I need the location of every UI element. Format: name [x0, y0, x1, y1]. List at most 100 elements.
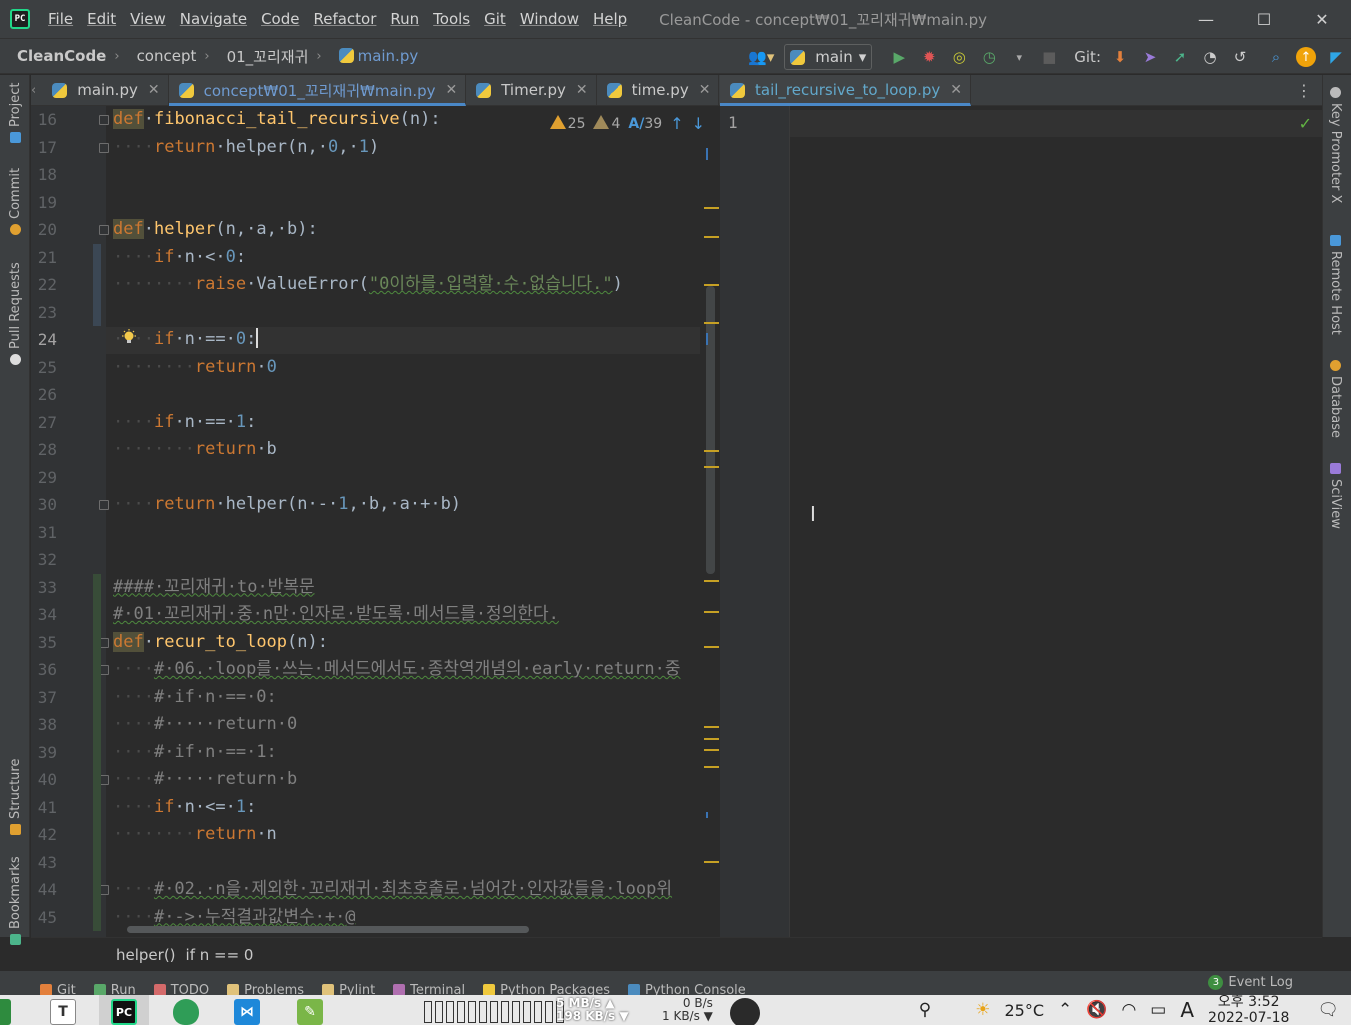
warning-marker[interactable] — [704, 284, 719, 286]
menu-code[interactable]: Code — [255, 10, 307, 28]
warning-marker[interactable] — [704, 466, 719, 468]
warning-marker[interactable] — [704, 322, 719, 324]
breadcrumb-scope[interactable]: helper() — [116, 946, 176, 964]
breadcrumb-file[interactable]: main.py — [322, 47, 418, 65]
warning-marker[interactable] — [704, 450, 719, 452]
warning-marker[interactable] — [704, 726, 719, 728]
stop-icon[interactable]: ■ — [1034, 43, 1064, 71]
menu-refactor[interactable]: Refactor — [307, 10, 384, 28]
close-tab-icon[interactable]: ✕ — [446, 82, 458, 98]
warning-marker[interactable] — [704, 749, 719, 751]
taskbar-app-notepad[interactable]: ✎ — [285, 995, 335, 1025]
weak-warnings-count[interactable]: 4 — [593, 115, 620, 132]
code-line[interactable]: ····#·if·n·==·0: — [113, 684, 277, 711]
menu-help[interactable]: Help — [587, 10, 635, 28]
taskbar-app-text-editor[interactable]: T — [38, 995, 88, 1025]
breadcrumb-folder-tail-recursion[interactable]: 01_꼬리재귀 — [210, 46, 309, 67]
warning-marker[interactable] — [704, 646, 719, 648]
close-tab-icon[interactable]: ✕ — [576, 82, 588, 98]
tool-tab-sciview[interactable]: SciView — [1328, 463, 1343, 529]
code-line[interactable]: def·fibonacci_tail_recursive(n): — [113, 106, 441, 133]
input-method-indicator[interactable]: A — [1180, 998, 1194, 1022]
menu-view[interactable]: View — [124, 10, 174, 28]
debug-icon[interactable]: ✹ — [914, 43, 944, 71]
editor-error-stripe[interactable] — [704, 106, 719, 937]
code-editor-left[interactable]: 16 17 18 19 20 21 22 23 24 25 26 27 28 29 30 31 32 33 34 35… — [31, 106, 719, 937]
tool-tab-remote-host[interactable]: Remote Host — [1328, 235, 1343, 335]
code-line[interactable]: ····if·n·<=·1: — [113, 794, 256, 821]
notification-center-icon[interactable]: 🗨 — [1317, 1000, 1339, 1020]
code-line[interactable]: ····return·helper(n·-·1,·b,·a·+·b) — [113, 491, 461, 518]
fold-marker-icon[interactable] — [99, 115, 109, 125]
editor-tab[interactable]: concept₩01_꼬리재귀₩main.py ✕ — [168, 74, 467, 106]
run-with-coverage-icon[interactable]: ◎ — [944, 43, 974, 71]
warning-marker[interactable] — [704, 580, 719, 582]
editor-tab[interactable]: tail_recursive_to_loop.py ✕ — [720, 74, 971, 106]
vcs-change-marker[interactable] — [93, 573, 101, 931]
search-icon[interactable]: ⌕ — [1261, 43, 1291, 71]
taskbar-app-sourcetree[interactable] — [161, 995, 211, 1025]
code-line[interactable]: ····#·02.·n을·제외한·꼬리재귀·최초호출로·넘어간·인자값들을·lo… — [113, 876, 672, 903]
code-line[interactable]: ········return·b — [113, 436, 277, 463]
update-available-icon[interactable]: ↑ — [1291, 43, 1321, 71]
git-commit-icon[interactable]: ➚ — [1165, 43, 1195, 71]
code-line[interactable]: ········return·0 — [113, 354, 277, 381]
git-update-icon[interactable]: ⬇ — [1105, 43, 1135, 71]
minimize-button[interactable]: — — [1177, 0, 1235, 38]
breadcrumb-project[interactable]: CleanCode — [0, 47, 106, 65]
scroll-tabs-left-icon[interactable]: ‹ — [31, 83, 42, 98]
lightbulb-icon[interactable] — [121, 329, 137, 345]
warning-marker[interactable] — [704, 766, 719, 768]
fold-marker-icon[interactable] — [99, 500, 109, 510]
tool-tab-database[interactable]: Database — [1328, 360, 1343, 438]
editor-tab[interactable]: Timer.py ✕ — [466, 74, 597, 106]
code-with-me-icon[interactable]: ◤ — [1321, 43, 1351, 71]
no-problems-check-icon[interactable]: ✓ — [1299, 114, 1312, 133]
warning-marker[interactable] — [704, 236, 719, 238]
code-line[interactable]: ····#·····return·b — [113, 766, 297, 793]
weather-icon[interactable]: ☀ — [975, 1000, 990, 1020]
taskbar-app-green[interactable] — [0, 995, 18, 1025]
tool-window-terminal[interactable]: Terminal — [387, 981, 477, 995]
tool-window-git[interactable]: Git — [0, 981, 88, 995]
code-line[interactable]: ····if·n·==·1: — [113, 409, 256, 436]
clock[interactable]: 오후 3:52 2022-07-18 — [1208, 995, 1289, 1025]
tool-window-pylint[interactable]: Pylint — [316, 981, 387, 995]
tool-window-python-console[interactable]: Python Console — [622, 981, 758, 995]
typos-count[interactable]: A/39 — [628, 116, 662, 132]
menu-git[interactable]: Git — [478, 10, 514, 28]
people-icon[interactable]: ⚲ — [919, 1000, 931, 1020]
tool-tab-bookmarks[interactable]: Bookmarks — [8, 856, 23, 945]
fold-marker-icon[interactable] — [99, 142, 109, 153]
vcs-change-marker[interactable] — [93, 243, 101, 326]
breadcrumb-folder-concept[interactable]: concept — [120, 47, 197, 65]
rollback-icon[interactable]: ↺ — [1225, 43, 1255, 71]
warning-marker[interactable] — [704, 611, 719, 613]
tool-tab-structure[interactable]: Structure — [8, 759, 23, 835]
close-tab-icon[interactable]: ✕ — [950, 82, 962, 98]
code-line[interactable]: ····#·····return·0 — [113, 711, 297, 738]
temperature[interactable]: 25°C — [1004, 1001, 1044, 1020]
tool-window-event-log[interactable]: 3 Event Log — [1208, 975, 1293, 990]
profile-icon[interactable]: ◷ — [974, 43, 1004, 71]
warning-marker[interactable] — [704, 738, 719, 740]
code-line[interactable]: ····if·n·<·0: — [113, 244, 246, 271]
more-run-options-icon[interactable]: ▾ — [1004, 43, 1034, 71]
vertical-scrollbar-thumb[interactable] — [706, 286, 715, 574]
git-push-icon[interactable]: ➤ — [1135, 43, 1165, 71]
menu-run[interactable]: Run — [384, 10, 427, 28]
next-problem-icon[interactable]: ↓ — [692, 114, 705, 133]
run-icon[interactable]: ▶ — [884, 43, 914, 71]
tool-tab-project[interactable]: Project — [8, 83, 23, 143]
code-line[interactable]: def·helper(n,·a,·b): — [113, 216, 318, 243]
horizontal-scrollbar-thumb[interactable] — [127, 926, 529, 933]
warning-marker[interactable] — [704, 861, 719, 863]
taskbar-app-vscode[interactable]: ⋈ — [222, 995, 272, 1025]
tool-tab-commit[interactable]: Commit — [8, 168, 23, 235]
menu-edit[interactable]: Edit — [81, 10, 124, 28]
tab-options-icon[interactable]: ⋮ — [1296, 81, 1312, 100]
code-line[interactable]: ····return·helper(n,·0,·1) — [113, 134, 379, 161]
maximize-button[interactable]: ☐ — [1235, 0, 1293, 38]
tool-window-python-packages[interactable]: Python Packages — [477, 981, 622, 995]
taskbar-app-pycharm[interactable]: PC — [99, 995, 149, 1025]
